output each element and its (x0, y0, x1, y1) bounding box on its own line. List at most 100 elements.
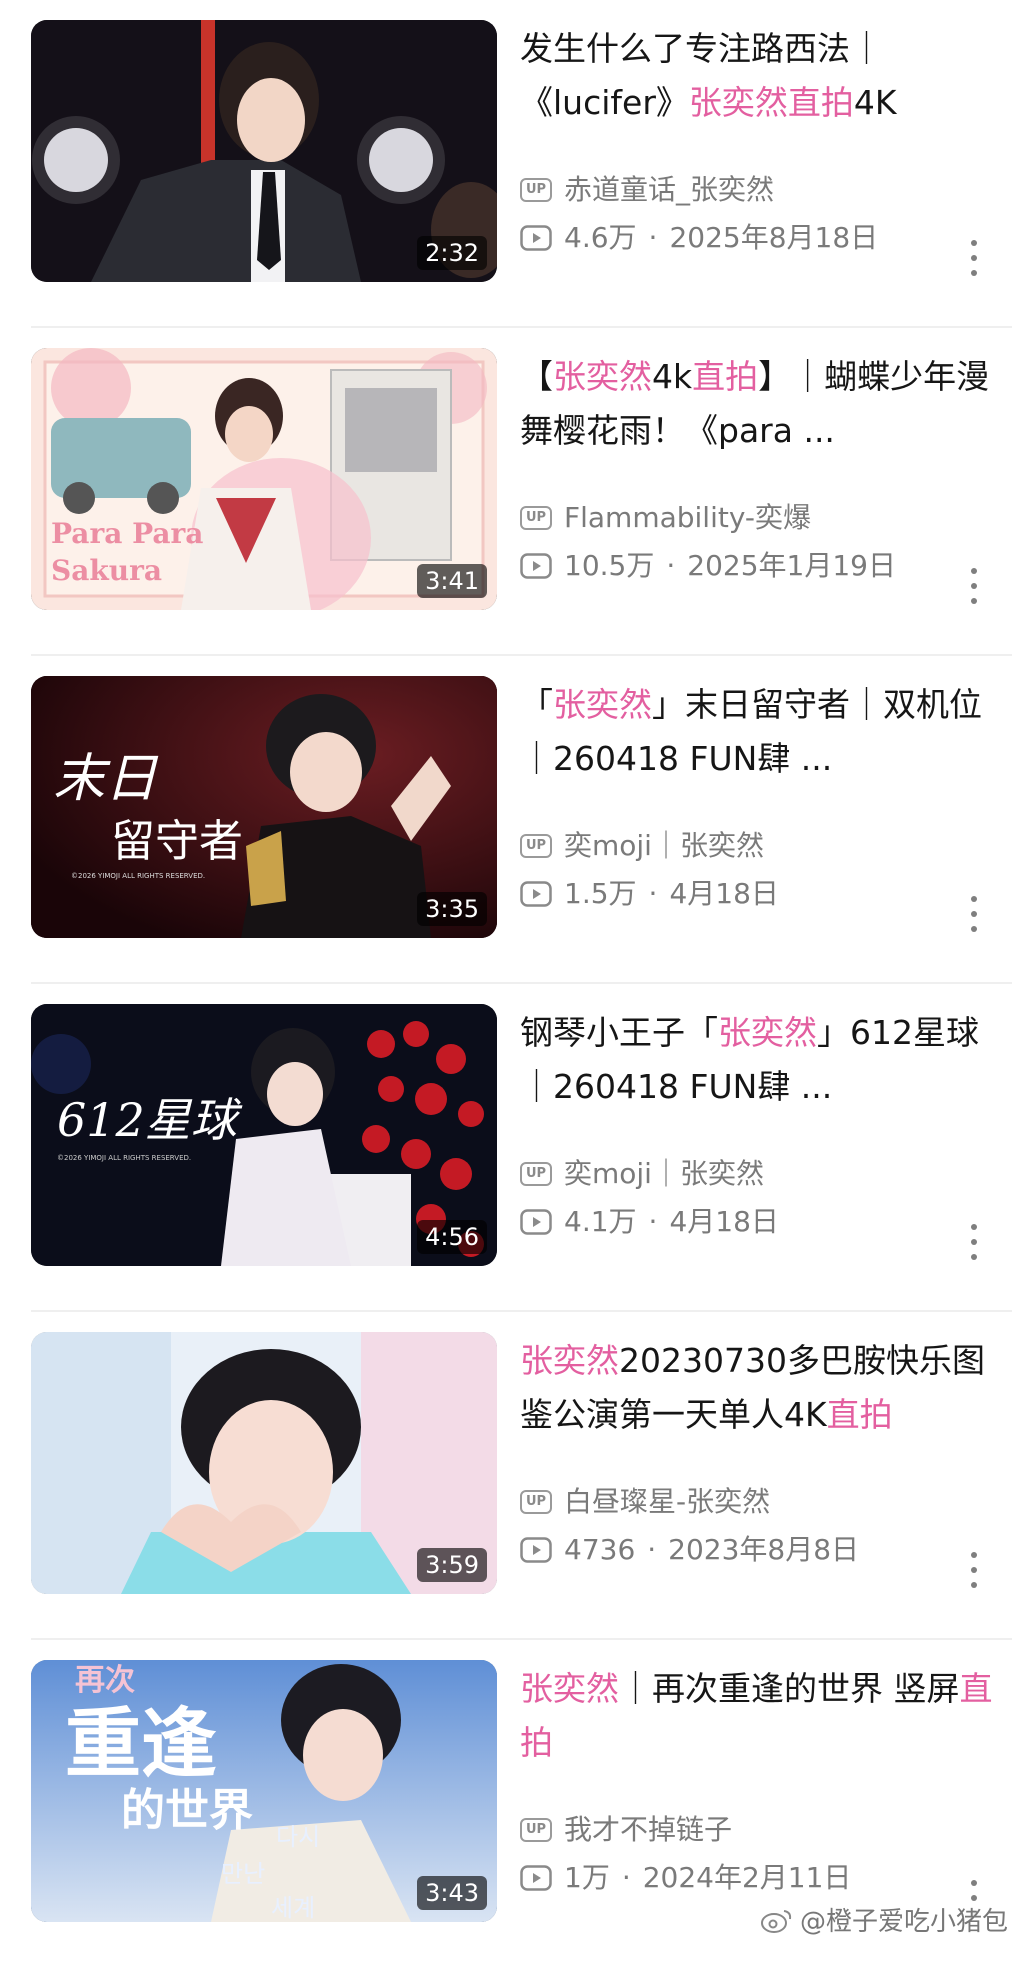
svg-text:末日: 末日 (53, 749, 159, 809)
video-stats: 4736 · 2023年8月8日 (520, 1530, 960, 1570)
play-count-icon (520, 1865, 552, 1891)
title-highlight: 张奕然 (520, 1341, 619, 1380)
video-item[interactable]: 612星球 ©2026 YIMOJI ALL RIGHTS RESERVED. 4… (0, 984, 1024, 1312)
up-badge-icon: UP (520, 1818, 552, 1842)
more-options-icon[interactable] (962, 568, 986, 604)
svg-text:Sakura: Sakura (51, 554, 162, 587)
video-title[interactable]: 「张奕然」末日留守者｜双机位｜260418 FUN肆 ... (520, 678, 1000, 786)
title-highlight: 张奕然 (718, 1013, 817, 1052)
up-badge-icon: UP (520, 1162, 552, 1186)
more-options-icon[interactable] (962, 1552, 986, 1588)
publish-date: 2023年8月8日 (668, 1533, 860, 1566)
view-count: 1万 (564, 1861, 610, 1894)
separator-dot: · (666, 549, 676, 582)
svg-text:Para Para: Para Para (51, 517, 203, 550)
separator-dot: · (647, 1533, 657, 1566)
title-text: 「 (520, 685, 553, 724)
video-title[interactable]: 发生什么了专注路西法｜《lucifer》张奕然直拍4K (520, 22, 1000, 130)
video-item[interactable]: 3:59 张奕然20230730多巴胺快乐图鉴公演第一天单人4K直拍 UP 白昼璨星-… (0, 1312, 1024, 1640)
video-stats: 1.5万 · 4月18日 (520, 874, 960, 914)
more-options-icon[interactable] (962, 1224, 986, 1260)
title-highlight: 张奕然 (553, 357, 652, 396)
more-options-icon[interactable] (962, 240, 986, 276)
svg-text:的世界: 的世界 (121, 1785, 253, 1836)
video-duration: 3:35 (417, 892, 487, 926)
video-title[interactable]: 钢琴小王子「张奕然」612星球｜260418 FUN肆 ... (520, 1006, 1000, 1114)
uploader-name: 白昼璨星-张奕然 (564, 1485, 771, 1518)
svg-text:重逢: 重逢 (65, 1699, 217, 1788)
more-options-icon[interactable] (962, 896, 986, 932)
up-badge-icon: UP (520, 178, 552, 202)
uploader-row[interactable]: UP 赤道童话_张奕然 (520, 170, 980, 210)
play-count-icon (520, 1537, 552, 1563)
svg-text:세계: 세계 (271, 1894, 315, 1922)
publish-date: 4月18日 (669, 877, 779, 910)
uploader-row[interactable]: UP 白昼璨星-张奕然 (520, 1482, 980, 1522)
svg-text:만난: 만난 (221, 1860, 265, 1888)
uploader-row[interactable]: UP Flammability-奕爆 (520, 498, 980, 538)
video-duration: 3:41 (417, 564, 487, 598)
separator-dot: · (621, 1861, 631, 1894)
weibo-icon (760, 1909, 792, 1933)
video-title[interactable]: 张奕然20230730多巴胺快乐图鉴公演第一天单人4K直拍 (520, 1334, 1000, 1442)
video-thumbnail[interactable]: 612星球 ©2026 YIMOJI ALL RIGHTS RESERVED. 4… (31, 1004, 497, 1266)
title-text: 4K (853, 83, 897, 122)
publish-date: 2025年8月18日 (669, 221, 879, 254)
separator-dot: · (648, 877, 658, 910)
view-count: 4.6万 (564, 221, 637, 254)
video-duration: 4:56 (417, 1220, 487, 1254)
publish-date: 2025年1月19日 (687, 549, 896, 582)
svg-text:©2026 YIMOJI ALL RIGHTS RESERV: ©2026 YIMOJI ALL RIGHTS RESERVED. (57, 1154, 191, 1162)
uploader-row[interactable]: UP 奕moji｜张奕然 (520, 1154, 980, 1194)
svg-text:留守者: 留守者 (111, 816, 243, 867)
view-count: 1.5万 (564, 877, 637, 910)
video-stats: 4.1万 · 4月18日 (520, 1202, 960, 1242)
svg-text:다시: 다시 (276, 1823, 320, 1851)
uploader-row[interactable]: UP 奕moji｜张奕然 (520, 826, 980, 866)
video-thumbnail[interactable]: 再次 重逢 的世界 다시 만난 세계 3:43 (31, 1660, 497, 1922)
video-duration: 3:59 (417, 1548, 487, 1582)
title-highlight: 直拍 (826, 1395, 893, 1434)
separator-dot: · (648, 221, 658, 254)
video-thumbnail[interactable]: 2:32 (31, 20, 497, 282)
play-count-icon (520, 225, 552, 251)
publish-date: 2024年2月11日 (642, 1861, 852, 1894)
uploader-name: Flammability-奕爆 (564, 501, 812, 534)
video-title[interactable]: 张奕然｜再次重逢的世界 竖屏直拍 (520, 1662, 1000, 1770)
title-text: 钢琴小王子「 (520, 1013, 718, 1052)
uploader-name: 我才不掉链子 (564, 1813, 733, 1846)
publish-date: 4月18日 (669, 1205, 779, 1238)
video-item[interactable]: 末日 留守者 ©2026 YIMOJI ALL RIGHTS RESERVED.… (0, 656, 1024, 984)
video-stats: 4.6万 · 2025年8月18日 (520, 218, 960, 258)
title-highlight: 张奕然 (688, 83, 788, 122)
title-text: ｜再次重逢的世界 竖屏 (619, 1669, 960, 1708)
play-count-icon (520, 881, 552, 907)
watermark-text: @橙子爱吃小猪包 (799, 1907, 1008, 1937)
title-text: 4k (652, 357, 693, 396)
video-item[interactable]: 2:32 发生什么了专注路西法｜《lucifer》张奕然直拍4K UP 赤道童话_张奕… (0, 0, 1024, 328)
video-item[interactable]: Para Para Sakura 3:41 【张奕然4k直拍】｜蝴蝶少年漫舞樱花雨！… (0, 328, 1024, 656)
title-highlight: 张奕然 (553, 685, 652, 724)
up-badge-icon: UP (520, 506, 552, 530)
video-thumbnail[interactable]: Para Para Sakura 3:41 (31, 348, 497, 610)
weibo-watermark: @橙子爱吃小猪包 (759, 1901, 1008, 1938)
uploader-row[interactable]: UP 我才不掉链子 (520, 1810, 980, 1850)
video-stats: 1万 · 2024年2月11日 (520, 1858, 960, 1898)
title-highlight: 直拍 (692, 357, 759, 396)
up-badge-icon: UP (520, 1490, 552, 1514)
title-text: 【 (520, 357, 553, 396)
video-duration: 3:43 (417, 1876, 487, 1910)
video-stats: 10.5万 · 2025年1月19日 (520, 546, 960, 586)
svg-text:612星球: 612星球 (57, 1093, 243, 1147)
uploader-name: 赤道童话_张奕然 (564, 173, 775, 206)
video-thumbnail[interactable]: 3:59 (31, 1332, 497, 1594)
view-count: 4736 (564, 1533, 636, 1566)
uploader-name: 奕moji｜张奕然 (564, 1157, 764, 1190)
title-highlight: 直拍 (787, 83, 854, 122)
svg-text:©2026 YIMOJI ALL RIGHTS RESERV: ©2026 YIMOJI ALL RIGHTS RESERVED. (71, 872, 205, 880)
svg-text:再次: 再次 (75, 1663, 135, 1698)
video-title[interactable]: 【张奕然4k直拍】｜蝴蝶少年漫舞樱花雨！《para ... (520, 350, 1000, 458)
play-count-icon (520, 1209, 552, 1235)
play-count-icon (520, 553, 552, 579)
video-thumbnail[interactable]: 末日 留守者 ©2026 YIMOJI ALL RIGHTS RESERVED.… (31, 676, 497, 938)
